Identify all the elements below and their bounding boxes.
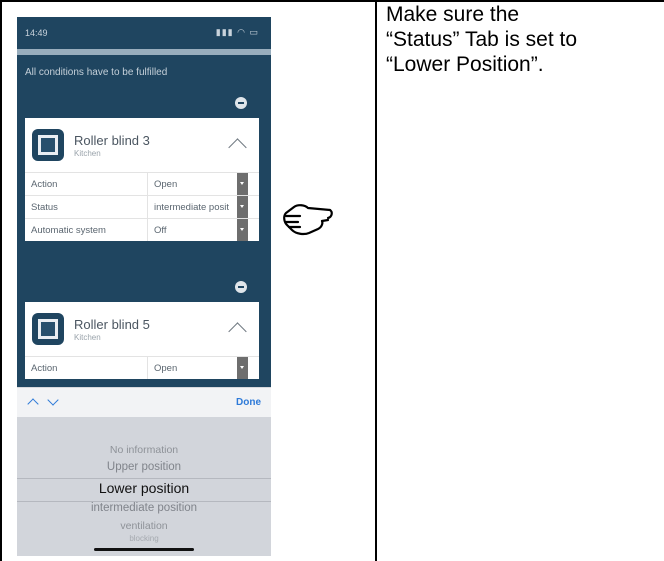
picker-option[interactable]: ventilation	[17, 520, 271, 532]
automatic-system-row: Automatic system Off	[25, 219, 259, 241]
dropdown-arrow-icon[interactable]	[237, 219, 248, 241]
instruction-text: Make sure the “Status” Tab is set to “Lo…	[386, 2, 658, 77]
phone-screenshot: 14:49 ▮▮▮ ◠ ▭ All conditions have to be …	[17, 17, 271, 556]
card-header[interactable]: Roller blind 5 Kitchen	[25, 302, 259, 357]
dropdown-arrow-icon[interactable]	[237, 357, 248, 379]
row-label: Action	[31, 179, 58, 190]
table-border-left	[0, 0, 2, 561]
collapse-chevron-icon[interactable]	[228, 322, 247, 341]
instruction-line: “Status” Tab is set to	[386, 28, 578, 51]
device-room: Kitchen	[74, 149, 101, 158]
card-header[interactable]: Roller blind 3 Kitchen	[25, 118, 259, 173]
select-value: Open	[154, 179, 178, 190]
picker-toolbar: Done	[17, 387, 271, 418]
table-border-divider	[375, 0, 377, 561]
select-value: Open	[154, 363, 178, 374]
device-name: Roller blind 5	[74, 317, 150, 332]
dropdown-arrow-icon[interactable]	[237, 196, 248, 218]
device-name: Roller blind 3	[74, 133, 150, 148]
status-select[interactable]: intermediate posit	[147, 196, 248, 218]
collapse-chevron-icon[interactable]	[228, 138, 247, 157]
select-value: Off	[154, 225, 167, 236]
roller-blind-icon	[32, 313, 64, 345]
next-arrow-icon[interactable]	[47, 394, 59, 406]
status-icons: ▮▮▮ ◠ ▭	[215, 27, 259, 37]
remove-condition-icon[interactable]	[235, 97, 247, 109]
action-select[interactable]: Open	[147, 173, 248, 195]
picker-option-selected[interactable]: Lower position	[17, 480, 271, 496]
previous-arrow-icon[interactable]	[27, 398, 39, 410]
row-label: Status	[31, 202, 58, 213]
status-bar: 14:49 ▮▮▮ ◠ ▭	[17, 17, 271, 51]
device-room: Kitchen	[74, 333, 101, 342]
instruction-line: “Lower Position”.	[386, 53, 544, 76]
picker-option[interactable]: No information	[17, 444, 271, 456]
device-card-roller-blind-3: Roller blind 3 Kitchen Action Open Statu…	[25, 118, 259, 241]
status-time: 14:49	[25, 28, 48, 38]
action-select[interactable]: Open	[147, 357, 248, 379]
done-button[interactable]: Done	[236, 397, 261, 408]
status-row: Status intermediate posit	[25, 196, 259, 219]
picker-wheel[interactable]: No information Upper position Lower posi…	[17, 417, 271, 556]
device-card-roller-blind-5: Roller blind 5 Kitchen Action Open	[25, 302, 259, 379]
row-label: Automatic system	[31, 225, 106, 236]
select-value: intermediate posit	[154, 202, 229, 213]
action-row: Action Open	[25, 357, 259, 379]
pointing-hand-icon	[283, 204, 333, 236]
instruction-line: Make sure the	[386, 3, 520, 26]
picker-option[interactable]: Upper position	[17, 461, 271, 473]
action-row: Action Open	[25, 173, 259, 196]
roller-blind-icon	[32, 129, 64, 161]
conditions-text: All conditions have to be fulfilled	[25, 67, 168, 78]
home-indicator	[94, 548, 194, 551]
picker-option[interactable]: intermediate position	[17, 502, 271, 514]
header-strip	[17, 49, 271, 55]
picker-option[interactable]: blocking	[17, 534, 271, 543]
row-label: Action	[31, 363, 58, 374]
remove-condition-icon[interactable]	[235, 281, 247, 293]
automatic-system-select[interactable]: Off	[147, 219, 248, 241]
dropdown-arrow-icon[interactable]	[237, 173, 248, 195]
